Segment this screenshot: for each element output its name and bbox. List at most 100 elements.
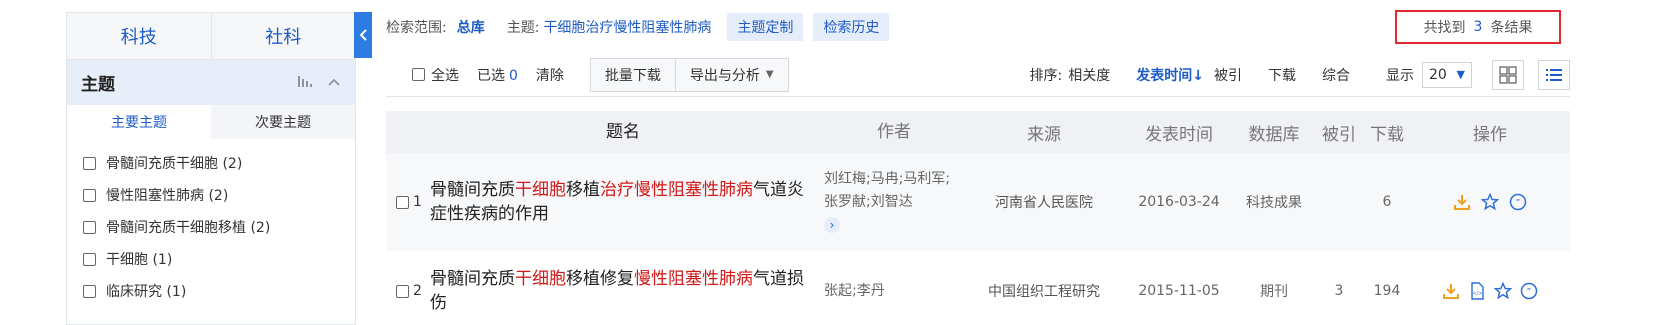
quote-icon[interactable]: ”	[1520, 282, 1538, 300]
filter-sidebar: 科技 社科 主题 主要主题 次要主题 骨髓间充质干细胞 (2) 慢性阻塞性肺病 …	[66, 12, 356, 325]
topic-checkbox[interactable]	[83, 156, 96, 170]
topic-item[interactable]: 慢性阻塞性肺病 (2)	[67, 179, 355, 211]
grid-view-button[interactable]	[1492, 59, 1524, 90]
sort-label: 排序: 相关度	[1030, 65, 1111, 85]
clear-selection-button[interactable]: 清除	[536, 65, 564, 85]
sort-by-download[interactable]: 下载	[1268, 65, 1296, 85]
header-downloads: 下载	[1370, 124, 1404, 145]
topic-checkbox[interactable]	[83, 252, 96, 266]
ops-cell: ”	[1410, 193, 1570, 211]
download-icon[interactable]	[1453, 193, 1471, 211]
topic-checkbox[interactable]	[83, 220, 96, 234]
arrow-down-icon: ↓	[1192, 67, 1204, 84]
topic-label: 骨髓间充质干细胞移植 (2)	[106, 220, 271, 236]
topic-item[interactable]: 骨髓间充质干细胞移植 (2)	[67, 211, 355, 243]
result-title-link[interactable]: 骨髓间充质干细胞移植修复慢性阻塞性肺病气道损伤	[430, 267, 824, 315]
source-link[interactable]: 河南省人民医院	[964, 192, 1124, 212]
header-ops: 操作	[1473, 124, 1507, 145]
authors-link[interactable]: 刘红梅;马冉;马利军;张罗献;刘智达	[824, 171, 950, 210]
title-highlight: 干细胞	[515, 269, 566, 289]
header-source: 来源	[1027, 124, 1061, 145]
row-number: 1	[413, 194, 422, 210]
downloads-cell: 6	[1382, 194, 1392, 210]
tab-social-science[interactable]: 社科	[210, 13, 356, 59]
search-results-page: 科技 社科 主题 主要主题 次要主题 骨髓间充质干细胞 (2) 慢性阻塞性肺病 …	[0, 0, 1654, 325]
topic-item[interactable]: 干细胞 (1)	[67, 243, 355, 275]
sort-by-date[interactable]: 发表时间↓	[1136, 65, 1204, 85]
customize-topic-button[interactable]: 主题定制	[727, 13, 804, 41]
select-all[interactable]: 全选	[412, 65, 459, 85]
chevron-left-icon	[359, 29, 367, 41]
page-size-select[interactable]: 20 ▼	[1422, 61, 1472, 88]
download-icon[interactable]	[1442, 282, 1460, 300]
chevron-up-icon[interactable]	[327, 75, 341, 91]
collapse-sidebar-button[interactable]	[354, 12, 372, 58]
table-header: 题名 作者 来源 发表时间 数据库 被引 下载 操作	[386, 111, 1570, 153]
select-all-label: 全选	[431, 67, 459, 84]
caret-down-icon: ▼	[1456, 68, 1465, 81]
database-cell: 期刊	[1260, 284, 1288, 300]
svg-text:</>: </>	[1472, 291, 1482, 297]
row-select[interactable]: 1	[386, 194, 430, 210]
authors-link[interactable]: 张起;李丹	[824, 280, 964, 303]
expand-authors-icon[interactable]: ›	[824, 217, 840, 233]
sort-by-cited[interactable]: 被引	[1214, 65, 1242, 85]
scope-value[interactable]: 总库	[457, 17, 485, 37]
topic-list: 骨髓间充质干细胞 (2) 慢性阻塞性肺病 (2) 骨髓间充质干细胞移植 (2) …	[67, 139, 355, 307]
select-all-checkbox[interactable]	[412, 68, 425, 81]
topic-label: 干细胞 (1)	[106, 252, 173, 268]
search-info-bar: 检索范围: 总库 主题: 干细胞治疗慢性阻塞性肺病 主题定制 检索历史	[386, 12, 899, 42]
header-author: 作者	[877, 121, 911, 142]
grid-icon	[1499, 65, 1517, 84]
cited-cell: 3	[1334, 283, 1344, 299]
batch-download-button[interactable]: 批量下载	[589, 57, 676, 92]
date-cell: 2015-11-05	[1138, 283, 1220, 299]
title-highlight: 慢性阻塞性肺病	[634, 269, 753, 289]
chart-icon[interactable]	[297, 74, 313, 92]
export-analyze-label: 导出与分析	[689, 67, 760, 84]
result-suffix: 条结果	[1490, 20, 1533, 36]
action-buttons: 批量下载 导出与分析 ▼	[589, 57, 789, 92]
topic-title: 主题	[81, 75, 115, 95]
title-part: 骨髓间充质	[430, 269, 515, 289]
sort-relevance[interactable]: 相关度	[1068, 68, 1110, 84]
page-size-value: 20	[1429, 66, 1447, 83]
tab-secondary-topic[interactable]: 次要主题	[211, 105, 355, 139]
row-checkbox[interactable]	[396, 195, 409, 209]
topic-item[interactable]: 临床研究 (1)	[67, 275, 355, 307]
header-database: 数据库	[1248, 124, 1300, 145]
source-link[interactable]: 中国组织工程研究	[964, 281, 1124, 301]
favorite-icon[interactable]	[1481, 193, 1499, 211]
header-title: 题名	[606, 122, 640, 142]
html-read-icon[interactable]: </>	[1468, 282, 1486, 300]
export-analyze-dropdown[interactable]: 导出与分析 ▼	[675, 57, 789, 92]
quote-icon[interactable]: ”	[1509, 193, 1527, 211]
downloads-cell: 194	[1373, 283, 1401, 299]
category-tabs: 科技 社科	[67, 13, 355, 60]
results-table: 题名 作者 来源 发表时间 数据库 被引 下载 操作 1 骨髓间充质干细胞移植治…	[386, 111, 1570, 325]
topic-checkbox[interactable]	[83, 188, 96, 202]
favorite-icon[interactable]	[1494, 282, 1512, 300]
tab-primary-topic[interactable]: 主要主题	[67, 105, 211, 139]
table-row: 2 骨髓间充质干细胞移植修复慢性阻塞性肺病气道损伤 张起;李丹 中国组织工程研究…	[386, 251, 1570, 325]
row-select[interactable]: 2	[386, 283, 430, 299]
result-number: 3	[1473, 19, 1483, 35]
topic-item[interactable]: 骨髓间充质干细胞 (2)	[67, 147, 355, 179]
list-view-button[interactable]	[1538, 59, 1570, 90]
search-history-button[interactable]: 检索历史	[813, 13, 890, 41]
caret-down-icon: ▼	[765, 69, 774, 80]
result-title-link[interactable]: 骨髓间充质干细胞移植治疗慢性阻塞性肺病气道炎症性疾病的作用	[430, 178, 824, 226]
result-count: 共找到 3 条结果	[1395, 10, 1561, 44]
list-icon	[1546, 68, 1562, 81]
title-highlight: 干细胞	[515, 180, 566, 200]
sort-overall[interactable]: 综合	[1322, 65, 1350, 85]
selected-indicator: 已选 0	[477, 65, 518, 85]
tab-tech[interactable]: 科技	[67, 13, 211, 59]
sort-label-text: 排序:	[1029, 67, 1063, 84]
row-checkbox[interactable]	[396, 284, 409, 298]
header-cited: 被引	[1322, 124, 1356, 145]
date-cell: 2016-03-24	[1138, 194, 1220, 210]
results-toolbar: 全选 已选 0 清除 批量下载 导出与分析 ▼ 排序: 相关度 发表时间↓ 被引 下载…	[386, 53, 1570, 97]
topic-checkbox[interactable]	[83, 284, 96, 298]
table-row: 1 骨髓间充质干细胞移植治疗慢性阻塞性肺病气道炎症性疾病的作用 刘红梅;马冉;马…	[386, 153, 1570, 251]
